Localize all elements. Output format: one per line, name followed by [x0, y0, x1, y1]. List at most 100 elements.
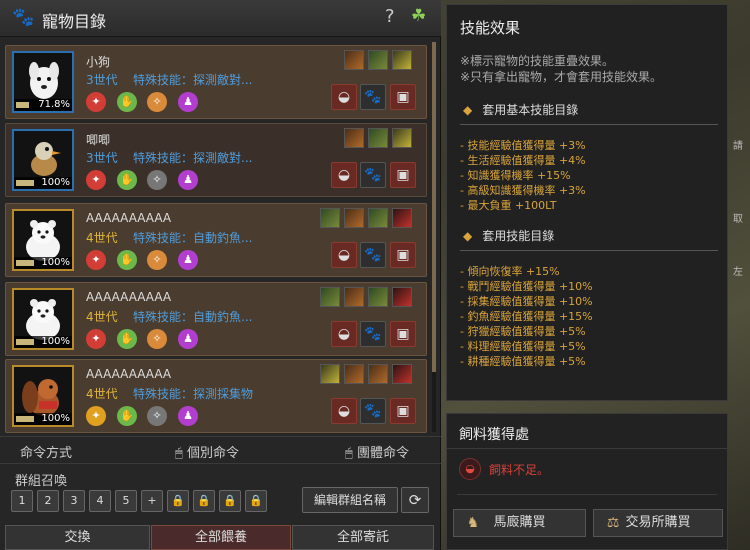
skill-icon[interactable] [368, 208, 388, 228]
skill-icon[interactable] [368, 287, 388, 307]
pet-card[interactable]: 100% AAAAAAAAAA 4世代 特殊技能：自動釣魚... ✦ ✋ ✧ ♟… [5, 203, 427, 277]
trait-yellow-icon: ✦ [86, 406, 106, 426]
diamond-icon: ◆ [463, 103, 473, 117]
store-pet-button[interactable]: ▣ [390, 242, 416, 268]
skill-icon[interactable] [320, 364, 340, 384]
trait-orange-icon: ✧ [147, 92, 167, 112]
hunger-bar [16, 102, 29, 108]
pet-card[interactable]: 100% AAAAAAAAAA 4世代 特殊技能：探測採集物 ✦ ✋ ✧ ♟ ◒… [5, 359, 427, 433]
pet-special-skill: 特殊技能：自動釣魚... [133, 310, 253, 324]
hunger-gauge: 71.8% [14, 99, 72, 111]
skill-icon[interactable] [392, 128, 412, 148]
store-pet-button[interactable]: ▣ [390, 162, 416, 188]
store-pet-button[interactable]: ▣ [390, 398, 416, 424]
skill-icon[interactable] [392, 208, 412, 228]
window-title-bar[interactable]: 🐾 寵物目錄 ? ☘ [0, 0, 441, 37]
group-slot-2-button[interactable]: 2 [37, 490, 59, 512]
lock-icon[interactable]: 🔒 [167, 490, 189, 512]
feed-button[interactable]: ◒ [331, 398, 357, 424]
pet-name: AAAAAAAAAA [86, 367, 172, 381]
command-mode-label: 命令方式 [20, 446, 73, 461]
trait-green-icon: ✋ [117, 250, 137, 270]
paw-command-button[interactable]: 🐾 [360, 321, 386, 347]
hunger-value: 71.8% [38, 99, 70, 110]
trait-green-icon: ✋ [117, 170, 137, 190]
skill-icon[interactable] [344, 128, 364, 148]
skill-icon[interactable] [368, 364, 388, 384]
pet-name: AAAAAAAAAA [86, 211, 172, 225]
hunger-value: 100% [41, 257, 70, 268]
skill-icon[interactable] [392, 364, 412, 384]
trait-purple-icon: ♟ [178, 250, 198, 270]
box-icon: ▣ [396, 167, 410, 183]
pet-special-skill: 特殊技能：自動釣魚... [133, 231, 253, 245]
feed-all-button[interactable]: 全部餵養 [151, 525, 291, 550]
pet-generation: 4世代 [86, 310, 118, 324]
pet-list-window: 🐾 寵物目錄 ? ☘ 71.8% 小狗 3世代 特殊技能：探測敵對... ✦ ✋… [0, 0, 441, 550]
skill-icon[interactable] [368, 50, 388, 70]
feed-button[interactable]: ◒ [331, 321, 357, 347]
skill-icon[interactable] [392, 50, 412, 70]
individual-command-option[interactable]: 🖱 個別命令 [175, 442, 239, 461]
group-command-option[interactable]: 🖱 團體命令 [345, 442, 409, 461]
applied-effect-item: - 料理經驗值獲得量 +5% [460, 340, 586, 353]
feed-button[interactable]: ◒ [331, 242, 357, 268]
pet-card[interactable]: 100% AAAAAAAAAA 4世代 特殊技能：自動釣魚... ✦ ✋ ✧ ♟… [5, 282, 427, 356]
pet-list-scrollbar[interactable] [432, 42, 436, 432]
background-ui-edge: 請 取 左 [733, 140, 750, 279]
base-effect-item: - 技能經驗值獲得量 +3% [460, 139, 586, 152]
effect-note: ※只有拿出寵物，才會套用技能效果。 [460, 70, 663, 84]
group-slot-5-button[interactable]: 5 [115, 490, 137, 512]
skill-icon[interactable] [344, 364, 364, 384]
skill-icon[interactable] [344, 287, 364, 307]
mouse-icon: 🖱 [345, 446, 357, 461]
paw-command-button[interactable]: 🐾 [360, 242, 386, 268]
skill-icon[interactable] [368, 128, 388, 148]
trait-red-icon: ✦ [86, 92, 106, 112]
exchange-button[interactable]: 交換 [5, 525, 150, 550]
pet-generation: 4世代 [86, 231, 118, 245]
base-effect-item: - 最大負重 +100LT [460, 199, 557, 212]
skill-icon[interactable] [320, 208, 340, 228]
market-purchase-label: 交易所購買 [625, 515, 691, 530]
skill-icon[interactable] [320, 287, 340, 307]
stable-purchase-button[interactable]: ♞ 馬廄購買 [453, 509, 586, 537]
effect-note: ※標示寵物的技能重疊效果。 [460, 54, 615, 68]
store-all-button[interactable]: 全部寄託 [292, 525, 434, 550]
lock-icon[interactable]: 🔒 [193, 490, 215, 512]
paw-icon: 🐾 [364, 167, 382, 183]
help-icon[interactable]: ? [385, 6, 395, 27]
trait-purple-icon: ♟ [178, 92, 198, 112]
add-group-button[interactable]: + [141, 490, 163, 512]
skill-icon[interactable] [344, 50, 364, 70]
window-title: 寵物目錄 [42, 12, 107, 31]
paw-command-button[interactable]: 🐾 [360, 162, 386, 188]
mouse-icon: 🖱 [175, 446, 187, 461]
pet-card[interactable]: 100% 唧唧 3世代 特殊技能：探測敵對... ✦ ✋ ✧ ♟ ◒ 🐾 ▣ [5, 123, 427, 197]
skill-icon[interactable] [344, 208, 364, 228]
group-slot-3-button[interactable]: 3 [63, 490, 85, 512]
lock-icon[interactable]: 🔒 [219, 490, 241, 512]
store-pet-button[interactable]: ▣ [390, 321, 416, 347]
paw-command-button[interactable]: 🐾 [360, 398, 386, 424]
skill-icon[interactable] [392, 287, 412, 307]
edit-group-name-button[interactable]: 編輯群組名稱 [302, 487, 398, 513]
applied-effect-item: - 耕種經驗值獲得量 +5% [460, 355, 586, 368]
hunger-value: 100% [41, 413, 70, 424]
market-purchase-button[interactable]: ⚖ 交易所購買 [593, 509, 723, 537]
group-slot-4-button[interactable]: 4 [89, 490, 111, 512]
base-skill-header: ◆ 套用基本技能目錄 [463, 101, 578, 118]
pet-card[interactable]: 71.8% 小狗 3世代 特殊技能：探測敵對... ✦ ✋ ✧ ♟ ◒ 🐾 ▣ [5, 45, 427, 119]
group-slot-1-button[interactable]: 1 [11, 490, 33, 512]
feed-button[interactable]: ◒ [331, 162, 357, 188]
paw-command-button[interactable]: 🐾 [360, 84, 386, 110]
scrollbar-thumb[interactable] [432, 42, 436, 372]
clover-icon[interactable]: ☘ [411, 6, 426, 26]
feed-button[interactable]: ◒ [331, 84, 357, 110]
store-pet-button[interactable]: ▣ [390, 84, 416, 110]
hunger-gauge: 100% [14, 257, 72, 269]
refresh-icon[interactable]: ⟳ [401, 487, 429, 513]
lock-icon[interactable]: 🔒 [245, 490, 267, 512]
applied-effect-item: - 採集經驗值獲得量 +10% [460, 295, 593, 308]
skill-effect-panel: 技能效果 ※標示寵物的技能重疊效果。 ※只有拿出寵物，才會套用技能效果。 ◆ 套用… [446, 4, 728, 401]
